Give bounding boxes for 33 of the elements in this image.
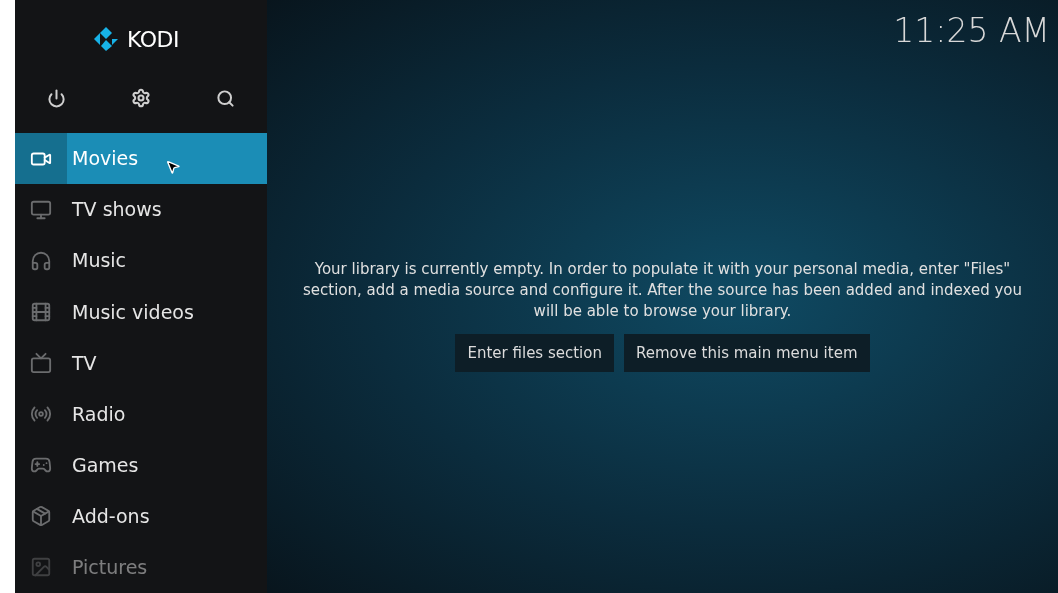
- menu-item[interactable]: Music: [15, 235, 267, 287]
- mouse-pointer-icon: [165, 158, 181, 175]
- film-icon: [30, 300, 52, 323]
- menu-item[interactable]: TV: [15, 337, 267, 389]
- power-icon[interactable]: [47, 88, 66, 108]
- menu-label: Movies: [72, 146, 139, 172]
- image-icon: [30, 556, 52, 579]
- menu-item[interactable]: Add-ons: [15, 490, 267, 542]
- menu-label: Music: [72, 248, 127, 274]
- menu-item[interactable]: TV shows: [15, 184, 267, 236]
- menu-item[interactable]: Radio: [15, 388, 267, 440]
- monitor-icon: [30, 198, 52, 221]
- menu-label: Radio: [72, 401, 126, 427]
- menu-label: TV shows: [72, 197, 162, 223]
- box-icon: [30, 505, 52, 528]
- menu-label: TV: [72, 350, 97, 376]
- action-button[interactable]: Remove this main menu item: [623, 334, 870, 372]
- clock-text: 11:25 AM: [893, 10, 1050, 52]
- menu-label: Add-ons: [72, 504, 150, 529]
- search-icon[interactable]: [216, 88, 235, 108]
- logo-icon: [93, 26, 120, 53]
- menu-label: Games: [72, 452, 139, 478]
- tv-icon: [30, 351, 52, 374]
- settings-icon[interactable]: [131, 88, 151, 109]
- menu-item[interactable]: Games: [15, 439, 267, 491]
- action-button[interactable]: Enter files section: [455, 334, 614, 372]
- headphones-icon: [30, 249, 52, 272]
- menu-label: Music videos: [72, 299, 194, 325]
- menu-item[interactable]: Music videos: [15, 286, 267, 338]
- menu-label: Pictures: [72, 555, 148, 581]
- menu-item[interactable]: Movies: [15, 132, 267, 185]
- logo-text: KODI: [127, 25, 179, 54]
- empty-library-message: Your library is currently empty. In order to populate it with your personal media, enter "Files" section, add a media source and configure it. After the source has been added and indexed you will be able to browse your library.: [301, 259, 1024, 322]
